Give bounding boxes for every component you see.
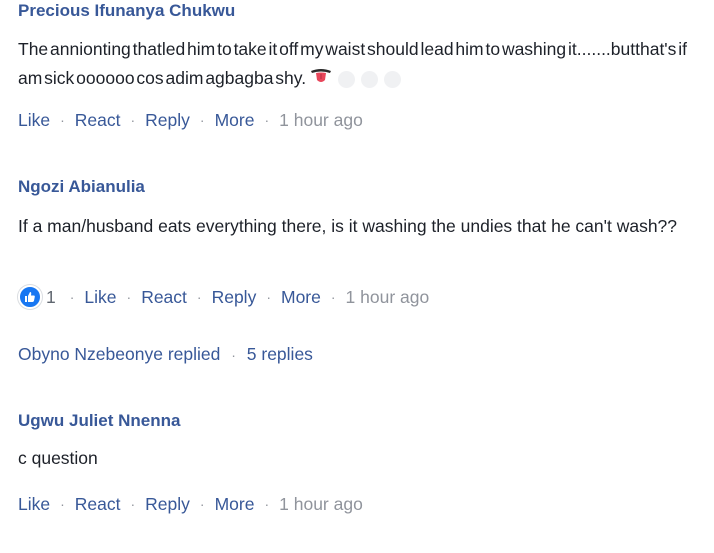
- comment-text: The annionting thatled him to take it of…: [18, 35, 694, 94]
- reaction-count: 1: [46, 287, 56, 307]
- comment-author[interactable]: Ngozi Abianulia: [18, 176, 694, 198]
- reply-count: 5 replies: [246, 344, 313, 364]
- tongue-out-emoji-icon: [310, 65, 332, 94]
- placeholder-emoji-icon: [361, 70, 379, 88]
- more-button[interactable]: More: [215, 492, 255, 516]
- reply-button[interactable]: Reply: [212, 285, 257, 309]
- comment: Ugwu Juliet Nnenna c question: [18, 410, 694, 473]
- reply-button[interactable]: Reply: [145, 492, 190, 516]
- separator: ·: [196, 289, 202, 305]
- separator: ·: [330, 289, 336, 305]
- comment-actions: 1 · Like · React · Reply · More · 1 hour…: [18, 285, 429, 309]
- like-button[interactable]: Like: [18, 492, 50, 516]
- separator: ·: [264, 112, 270, 128]
- reaction-summary[interactable]: 1: [18, 285, 56, 309]
- separator: ·: [60, 496, 65, 512]
- comment-timestamp[interactable]: 1 hour ago: [279, 108, 363, 132]
- comment-author[interactable]: Precious Ifunanya Chukwu: [18, 0, 694, 22]
- comment-actions: Like · React · Reply · More · 1 hour ago: [18, 492, 363, 516]
- separator: ·: [130, 496, 136, 512]
- like-button[interactable]: Like: [84, 285, 116, 309]
- more-button[interactable]: More: [281, 285, 321, 309]
- comment-text: If a man/husband eats everything there, …: [18, 216, 678, 236]
- comment-actions: Like · React · Reply · More · 1 hour ago: [18, 108, 363, 132]
- comment: Ngozi Abianulia If a man/husband eats ev…: [18, 176, 694, 241]
- replied-by-text: Obyno Nzebeonye replied: [18, 344, 221, 364]
- separator: ·: [126, 289, 132, 305]
- reply-button[interactable]: Reply: [145, 108, 190, 132]
- placeholder-emoji-icon: [384, 70, 402, 88]
- comment: Precious Ifunanya Chukwu The annionting …: [18, 0, 694, 94]
- comment-timestamp[interactable]: 1 hour ago: [279, 492, 363, 516]
- like-button[interactable]: Like: [18, 108, 50, 132]
- thumbs-up-icon: [18, 285, 42, 309]
- comment-author[interactable]: Ugwu Juliet Nnenna: [18, 410, 694, 432]
- separator: ·: [266, 289, 271, 305]
- comment-timestamp[interactable]: 1 hour ago: [346, 285, 430, 309]
- view-replies-link[interactable]: Obyno Nzebeonye replied · 5 replies: [18, 342, 313, 367]
- separator: ·: [60, 112, 65, 128]
- react-button[interactable]: React: [141, 285, 187, 309]
- separator: ·: [231, 347, 236, 363]
- separator: ·: [264, 496, 270, 512]
- separator: ·: [199, 496, 205, 512]
- separator: ·: [199, 112, 205, 128]
- react-button[interactable]: React: [75, 108, 121, 132]
- more-button[interactable]: More: [215, 108, 255, 132]
- placeholder-emoji-icon: [338, 70, 356, 88]
- separator: ·: [130, 112, 136, 128]
- separator: ·: [69, 289, 75, 305]
- react-button[interactable]: React: [75, 492, 121, 516]
- comment-text: c question: [18, 448, 98, 468]
